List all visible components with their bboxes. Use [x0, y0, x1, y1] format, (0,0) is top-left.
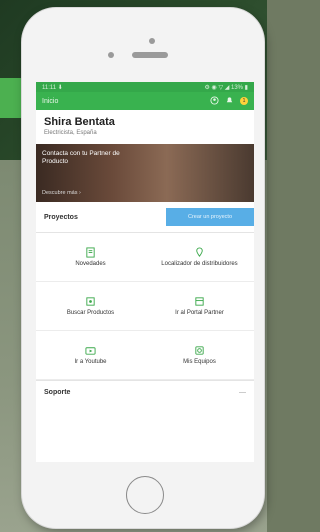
user-name: Shira Bentata	[44, 116, 115, 128]
tile-novedades[interactable]: Novedades	[36, 233, 145, 282]
tile-buscar-productos[interactable]: Buscar Productos	[36, 282, 145, 331]
notification-bell-icon[interactable]	[225, 96, 234, 107]
projects-label: Proyectos	[44, 213, 78, 221]
status-indicators: ⚙ ◉ ▽ ◢ 13% ▮	[204, 84, 249, 91]
camera-icon	[149, 38, 155, 44]
tile-label: Mis Equipos	[183, 359, 216, 365]
create-project-button[interactable]: Crear un proyecto	[166, 208, 254, 226]
tile-label: Novedades	[75, 261, 106, 267]
search-products-icon	[85, 295, 97, 307]
tile-label: Buscar Productos	[66, 310, 115, 316]
app-bar: Inicio 1	[36, 92, 254, 110]
banner-cta[interactable]: Descubre más ›	[42, 190, 81, 196]
status-bar: 11:11 ⬇ ⚙ ◉ ▽ ◢ 13% ▮	[36, 82, 254, 92]
sensor-icon	[108, 52, 114, 58]
tile-localizador[interactable]: Localizador de distribuidores	[145, 233, 254, 282]
youtube-icon	[85, 344, 97, 356]
app-screen: 11:11 ⬇ ⚙ ◉ ▽ ◢ 13% ▮ Inicio 1 Shira Ben…	[36, 82, 254, 462]
support-indicator: —	[239, 389, 246, 396]
notification-badge: 1	[240, 97, 248, 105]
app-bar-title: Inicio	[42, 97, 59, 105]
status-time: 11:11 ⬇	[42, 84, 63, 91]
tile-label: Localizador de distribuidores	[161, 261, 238, 267]
tile-label: Ir a Youtube	[74, 359, 107, 365]
tile-label: Ir al Portal Partner	[175, 310, 224, 316]
tile-mis-equipos[interactable]: Mis Equipos	[145, 331, 254, 380]
projects-row: Proyectos Crear un proyecto	[36, 202, 254, 233]
support-label: Soporte	[44, 389, 71, 396]
promo-banner[interactable]: Contacta con tu Partner de Producto Desc…	[36, 144, 254, 202]
location-icon	[194, 246, 206, 258]
home-button[interactable]	[126, 476, 164, 514]
equipment-icon	[194, 344, 206, 356]
user-role: Electricista, España	[44, 130, 97, 136]
portal-icon	[194, 295, 206, 307]
shortcut-grid: Novedades Localizador de distribuidores …	[36, 233, 254, 380]
profile-section: Shira Bentata Electricista, España	[36, 110, 254, 140]
support-row[interactable]: Soporte —	[36, 380, 254, 404]
tile-portal-partner[interactable]: Ir al Portal Partner	[145, 282, 254, 331]
tile-youtube[interactable]: Ir a Youtube	[36, 331, 145, 380]
banner-title: Contacta con tu Partner de Producto	[42, 150, 120, 165]
profile-icon[interactable]	[210, 95, 219, 107]
news-icon	[85, 246, 97, 258]
speaker-grille	[132, 52, 168, 58]
